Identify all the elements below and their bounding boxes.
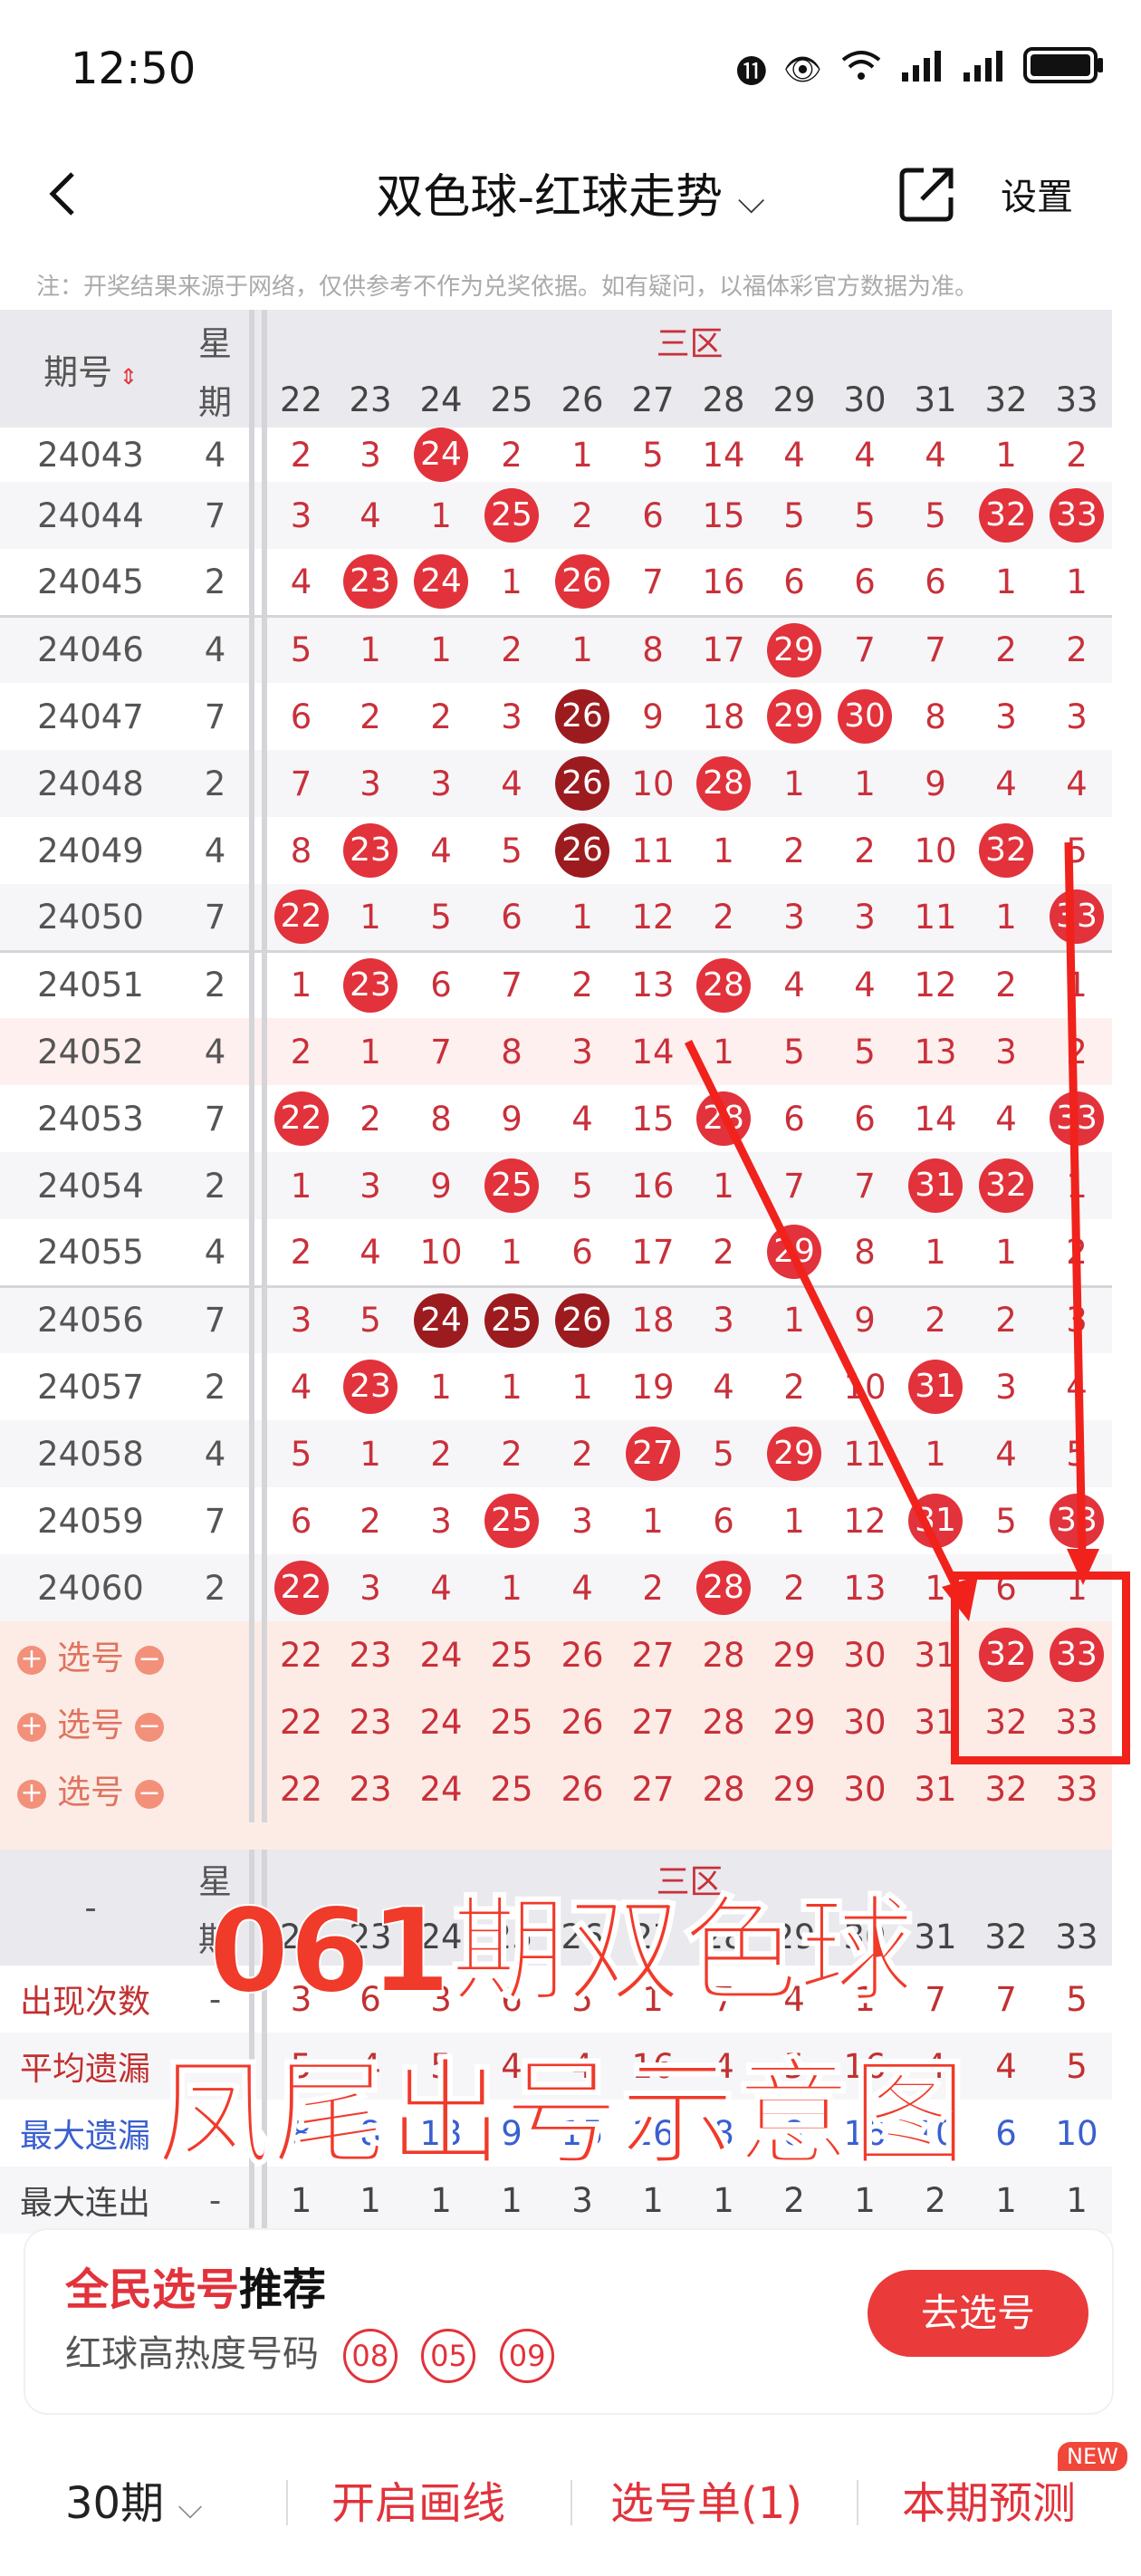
divider (570, 2480, 572, 2525)
number-header: 33 (1041, 1908, 1113, 1966)
period-label: 30期 (65, 2478, 165, 2529)
divider (286, 2480, 288, 2525)
promo-subtitle: 红球高热度号码 08 05 09 (65, 2324, 555, 2383)
promo-title-black: 推荐 (239, 2264, 327, 2315)
hot-number: 05 (421, 2329, 476, 2383)
pick-list-button[interactable]: 选号单(1) (610, 2467, 802, 2531)
stats-value: 5 (1066, 2046, 1088, 2086)
period-selector[interactable]: 30期 ⌵ (65, 2467, 203, 2531)
divider (857, 2480, 858, 2525)
hot-number: 08 (342, 2329, 398, 2383)
promo-title: 全民选号推荐 (65, 2254, 326, 2317)
stats-value: 10 (1055, 2113, 1098, 2153)
promo-subtitle-text: 红球高热度号码 (65, 2333, 319, 2375)
overlay-line2: 凤尾出号示意图 (155, 2046, 968, 2183)
annotation-arrows (684, 841, 1099, 1621)
spacer (0, 1822, 1113, 1850)
overlay-line1: 061期双色球 (207, 1883, 915, 2020)
gap-row (0, 1822, 1113, 1850)
stats-value: 5 (1066, 1979, 1088, 2019)
stats-value: 1 (1066, 2180, 1088, 2220)
chevron-down-icon: ⌵ (177, 2489, 203, 2526)
forecast-button[interactable]: 本期预测 (902, 2467, 1076, 2531)
hot-number: 09 (500, 2329, 555, 2383)
promo-title-red: 全民选号 (65, 2264, 240, 2315)
go-select-button[interactable]: 去选号 (868, 2270, 1088, 2357)
draw-line-button[interactable]: 开启画线 (331, 2467, 505, 2531)
new-badge: NEW (1058, 2442, 1127, 2471)
